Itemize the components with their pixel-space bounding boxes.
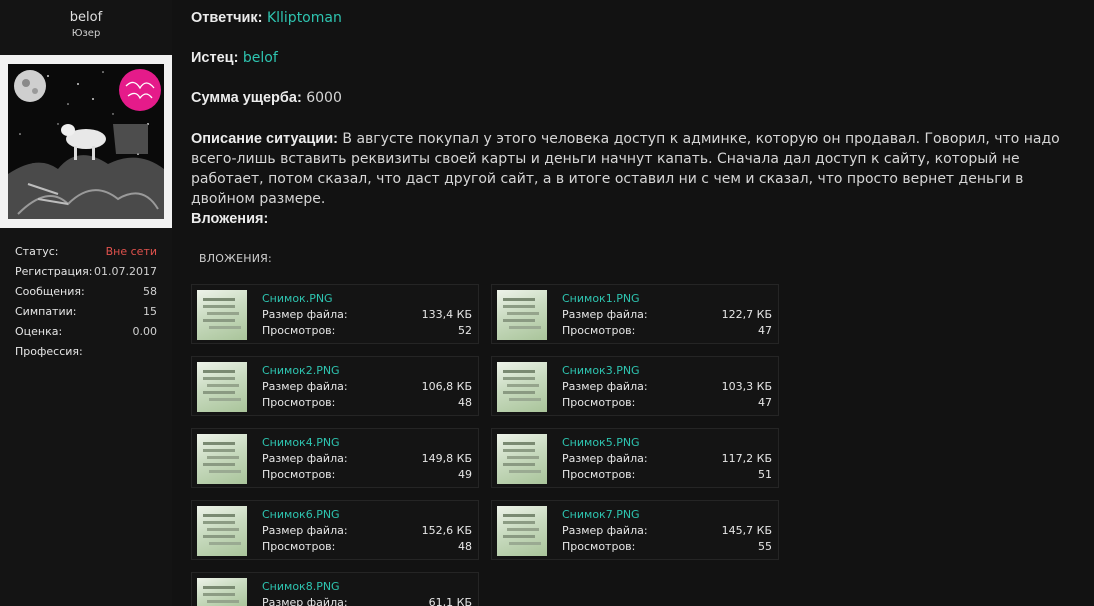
avatar-image	[8, 64, 164, 219]
attachment-filename[interactable]: Снимок1.PNG	[562, 292, 640, 305]
stat-messages: Сообщения: 58	[15, 284, 157, 304]
attachment-thumbnail[interactable]	[197, 506, 247, 556]
attachment-filename[interactable]: Снимок5.PNG	[562, 436, 640, 449]
views-value: 47	[758, 324, 772, 337]
attachment-thumbnail[interactable]	[197, 290, 247, 340]
attachment-thumbnail[interactable]	[497, 362, 547, 412]
user-title: Юзер	[71, 28, 101, 39]
size-label: Размер файла:	[262, 380, 348, 393]
views-value: 47	[758, 396, 772, 409]
attachment-filename[interactable]: Снимок2.PNG	[262, 364, 340, 377]
views-label: Просмотров:	[262, 468, 336, 481]
size-label: Размер файла:	[562, 452, 648, 465]
size-value: 149,8 КБ	[421, 452, 472, 465]
attachment-filename[interactable]: Снимок3.PNG	[562, 364, 640, 377]
forum-post: belof Юзер Статус: Вне сети Регистрация:…	[0, 0, 1094, 606]
attachment-item[interactable]: Снимок4.PNG Размер файла: 149,8 КБ Просм…	[191, 428, 479, 488]
size-label: Размер файла:	[262, 596, 348, 606]
description-block: Описание ситуации: В августе покупал у э…	[191, 129, 1071, 209]
attachment-item[interactable]: Снимок5.PNG Размер файла: 117,2 КБ Просм…	[491, 428, 779, 488]
views-label: Просмотров:	[262, 396, 336, 409]
username-link[interactable]: belof	[0, 10, 172, 25]
description-label: Описание ситуации:	[191, 131, 338, 147]
size-value: 117,2 КБ	[721, 452, 772, 465]
size-label: Размер файла:	[562, 308, 648, 321]
size-label: Размер файла:	[562, 524, 648, 537]
views-value: 52	[458, 324, 472, 337]
views-value: 48	[458, 540, 472, 553]
attachment-thumbnail[interactable]	[497, 434, 547, 484]
views-label: Просмотров:	[562, 324, 636, 337]
stat-value: 15	[143, 305, 157, 318]
attachment-filename[interactable]: Снимок.PNG	[262, 292, 333, 305]
views-value: 48	[458, 396, 472, 409]
stat-status: Статус: Вне сети	[15, 244, 157, 264]
stat-profession: Профессия:	[15, 344, 157, 364]
attachment-filename[interactable]: Снимок8.PNG	[262, 580, 340, 593]
attachment-filename[interactable]: Снимок4.PNG	[262, 436, 340, 449]
stat-label: Сообщения:	[15, 285, 85, 298]
views-value: 51	[758, 468, 772, 481]
size-value: 106,8 КБ	[421, 380, 472, 393]
stat-registration: Регистрация: 01.07.2017	[15, 264, 157, 284]
respondent-line: Ответчик: Klliptoman	[191, 8, 342, 28]
stat-label: Профессия:	[15, 345, 83, 358]
size-label: Размер файла:	[262, 524, 348, 537]
attachment-filename[interactable]: Снимок6.PNG	[262, 508, 340, 521]
attachment-item[interactable]: Снимок.PNG Размер файла: 133,4 КБ Просмо…	[191, 284, 479, 344]
attachments-line: Вложения:	[191, 209, 268, 229]
stat-likes: Симпатии: 15	[15, 304, 157, 324]
attachment-thumbnail[interactable]	[197, 578, 247, 606]
attachment-item[interactable]: Снимок8.PNG Размер файла: 61,1 КБ	[191, 572, 479, 606]
attachment-item[interactable]: Снимок2.PNG Размер файла: 106,8 КБ Просм…	[191, 356, 479, 416]
avatar[interactable]	[0, 55, 172, 228]
stat-label: Статус:	[15, 245, 59, 258]
size-label: Размер файла:	[562, 380, 648, 393]
plaintiff-link[interactable]: belof	[243, 50, 278, 66]
size-value: 103,3 КБ	[721, 380, 772, 393]
size-value: 61,1 КБ	[428, 596, 472, 606]
views-label: Просмотров:	[262, 540, 336, 553]
attachment-thumbnail[interactable]	[197, 434, 247, 484]
attachment-item[interactable]: Снимок3.PNG Размер файла: 103,3 КБ Просм…	[491, 356, 779, 416]
attachment-item[interactable]: Снимок7.PNG Размер файла: 145,7 КБ Просм…	[491, 500, 779, 560]
attachment-item[interactable]: Снимок1.PNG Размер файла: 122,7 КБ Просм…	[491, 284, 779, 344]
views-value: 55	[758, 540, 772, 553]
attachment-thumbnail[interactable]	[497, 506, 547, 556]
stat-value: 0.00	[132, 325, 158, 338]
views-label: Просмотров:	[562, 396, 636, 409]
stat-rating: Оценка: 0.00	[15, 324, 157, 344]
stat-value: 01.07.2017	[94, 265, 157, 278]
status-offline: Вне сети	[105, 245, 157, 258]
attachment-item[interactable]: Снимок6.PNG Размер файла: 152,6 КБ Просм…	[191, 500, 479, 560]
size-value: 122,7 КБ	[721, 308, 772, 321]
attachments-label: Вложения:	[191, 211, 269, 227]
damage-line: Сумма ущерба: 6000	[191, 88, 342, 108]
size-label: Размер файла:	[262, 308, 348, 321]
views-label: Просмотров:	[262, 324, 336, 337]
respondent-link[interactable]: Klliptoman	[267, 10, 342, 26]
views-value: 49	[458, 468, 472, 481]
size-value: 145,7 КБ	[721, 524, 772, 537]
views-label: Просмотров:	[562, 540, 636, 553]
attachment-thumbnail[interactable]	[197, 362, 247, 412]
damage-value: 6000	[306, 90, 342, 106]
attachment-filename[interactable]: Снимок7.PNG	[562, 508, 640, 521]
plaintiff-label: Истец:	[191, 50, 239, 66]
attachments-header: ВЛОЖЕНИЯ:	[199, 252, 272, 265]
user-stats: Статус: Вне сети Регистрация: 01.07.2017…	[15, 244, 157, 364]
size-value: 133,4 КБ	[421, 308, 472, 321]
stat-label: Регистрация:	[15, 265, 93, 278]
stat-label: Оценка:	[15, 325, 63, 338]
attachment-thumbnail[interactable]	[497, 290, 547, 340]
size-value: 152,6 КБ	[421, 524, 472, 537]
plaintiff-line: Истец: belof	[191, 48, 278, 68]
damage-label: Сумма ущерба:	[191, 90, 302, 106]
stat-value[interactable]: 58	[143, 284, 157, 304]
stat-label: Симпатии:	[15, 305, 77, 318]
user-sidebar: belof Юзер Статус: Вне сети Регистрация:…	[0, 0, 172, 606]
views-label: Просмотров:	[562, 468, 636, 481]
respondent-label: Ответчик:	[191, 10, 263, 26]
size-label: Размер файла:	[262, 452, 348, 465]
